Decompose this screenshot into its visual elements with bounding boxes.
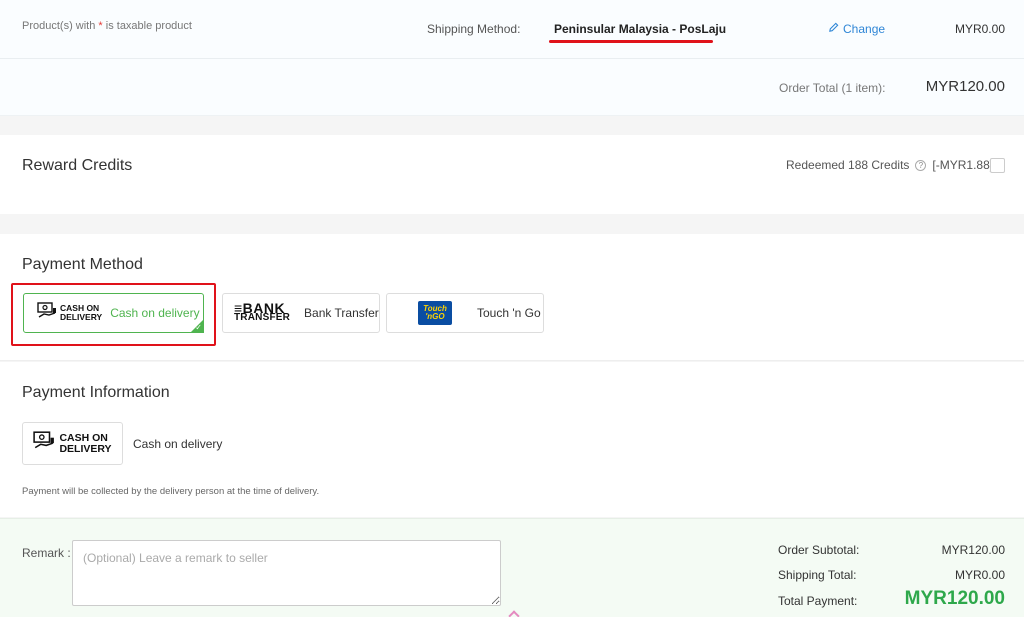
shipping-cost: MYR0.00	[954, 22, 1005, 36]
order-total-label: Order Total (1 item):	[779, 81, 886, 95]
payment-option-label: Bank Transfer	[304, 306, 379, 320]
total-payment-value: MYR120.00	[904, 588, 1005, 609]
change-label: Change	[843, 22, 886, 36]
payment-option-label: Touch 'n Go	[477, 306, 541, 320]
payment-info-description: Payment will be collected by the deliver…	[22, 486, 320, 497]
payment-option-cod[interactable]: CASH ON DELIVERY Cash on delivery ✓	[23, 293, 204, 333]
checkmark-icon: ✓	[195, 323, 202, 332]
subtotal-label: Order Subtotal:	[778, 543, 860, 557]
payment-option-label: Cash on delivery	[110, 306, 200, 320]
change-shipping-link[interactable]: Change	[828, 22, 885, 36]
section-title: Payment Information	[22, 384, 170, 401]
total-payment-label: Total Payment:	[778, 594, 858, 608]
payment-option-bank-transfer[interactable]: ≡BANK TRANSFER Bank Transfer	[222, 293, 380, 333]
remark-input[interactable]	[72, 540, 501, 606]
cash-icon	[37, 301, 57, 325]
redeemed-value: [-MYR1.88]	[932, 158, 994, 172]
shipping-method-label: Shipping Method:	[427, 22, 521, 36]
divider	[0, 58, 1024, 59]
bank-transfer-logo: ≡BANK TRANSFER	[234, 300, 291, 323]
section-title: Payment Method	[22, 256, 143, 273]
order-total-value: MYR120.00	[925, 78, 1005, 95]
taxable-note: Product(s) with * is taxable product	[22, 20, 192, 32]
highlight-underline	[549, 40, 713, 43]
redeemed-credits: Redeemed 188 Credits ? [-MYR1.88]	[786, 158, 993, 172]
shipping-method-value: Peninsular Malaysia - PosLaju	[554, 22, 727, 36]
reward-credits-panel: Reward Credits Redeemed 188 Credits ? [-…	[0, 135, 1024, 214]
shipping-panel: Product(s) with * is taxable product Shi…	[0, 0, 1024, 116]
cash-on-delivery-logo: CASH ON DELIVERY	[22, 422, 123, 465]
pencil-icon	[828, 22, 839, 36]
touch-n-go-logo: Touch'nGO	[418, 301, 452, 325]
section-title: Reward Credits	[22, 157, 133, 174]
cash-on-delivery-logo: CASH ON DELIVERY	[37, 301, 102, 325]
payment-method-panel: Payment Method CASH ON DELIVERY Cash on d…	[0, 234, 1024, 361]
order-summary-panel: Remark : Order Subtotal: MYR120.00 Shipp…	[0, 518, 1024, 617]
help-icon[interactable]: ?	[915, 159, 927, 171]
payment-option-touch-n-go[interactable]: Touch'nGO Touch 'n Go	[386, 293, 544, 333]
remark-label: Remark :	[22, 546, 71, 560]
subtotal-value: MYR120.00	[941, 543, 1005, 557]
shipping-total-label: Shipping Total:	[778, 568, 857, 582]
marker-icon	[508, 610, 520, 617]
payment-info-name: Cash on delivery	[133, 437, 223, 451]
redeemed-label: Redeemed 188 Credits	[786, 158, 910, 172]
cash-icon	[33, 431, 55, 456]
shipping-total-value: MYR0.00	[954, 568, 1005, 582]
payment-information-panel: Payment Information CASH ON DELIVERY Cash…	[0, 362, 1024, 517]
redeem-credits-checkbox[interactable]	[990, 158, 1005, 173]
